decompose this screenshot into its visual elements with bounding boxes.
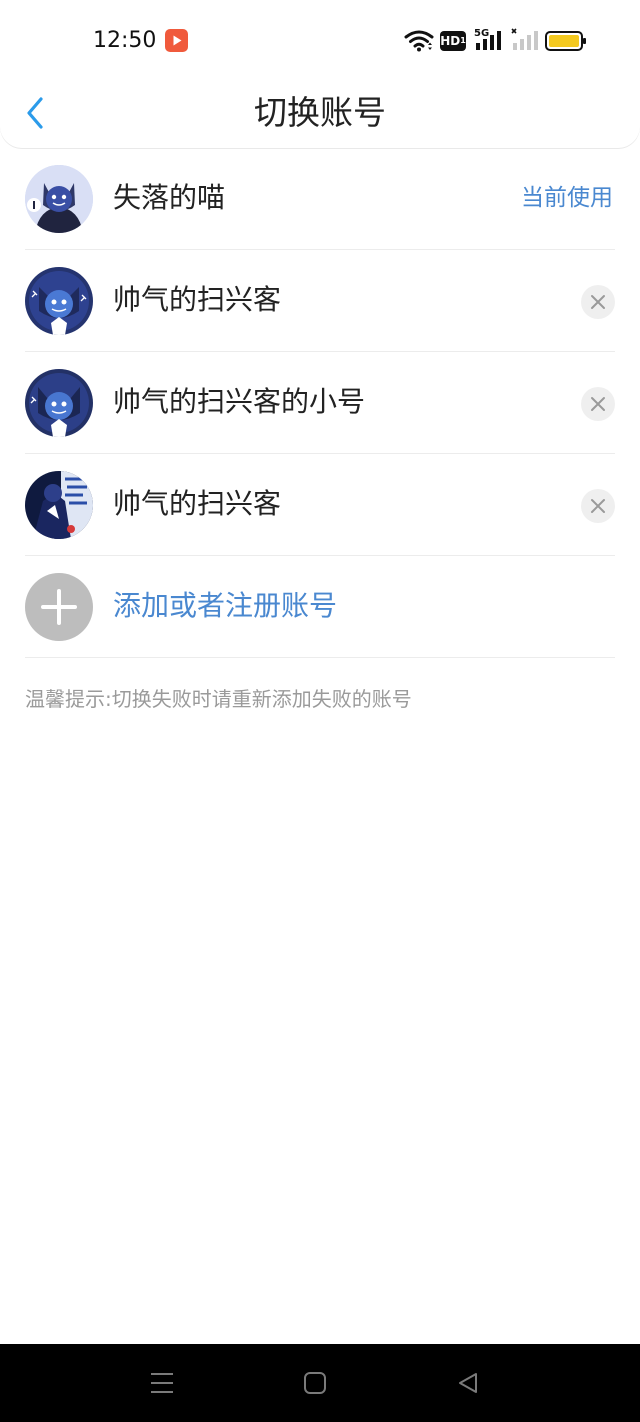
remove-account-button[interactable] bbox=[581, 285, 615, 319]
signal-5g: 5G bbox=[474, 28, 506, 54]
remove-account-button[interactable] bbox=[581, 387, 615, 421]
signal-bars-icon bbox=[476, 31, 501, 50]
plus-icon bbox=[41, 589, 77, 625]
account-name: 帅气的扫兴客 bbox=[113, 283, 282, 316]
page-title: 切换账号 bbox=[254, 93, 386, 132]
add-account-row[interactable]: 添加或者注册账号 bbox=[25, 556, 615, 658]
avatar-image bbox=[25, 165, 93, 233]
avatar bbox=[25, 471, 93, 539]
hd-label: HD bbox=[440, 34, 461, 48]
account-name: 帅气的扫兴客 bbox=[113, 487, 282, 520]
avatar-image bbox=[25, 369, 93, 437]
system-back-button[interactable] bbox=[453, 1368, 483, 1398]
tip-text: 温馨提示:切换失败时请重新添加失败的账号 bbox=[25, 687, 412, 711]
status-bar: 12:50 HD 1 5G bbox=[0, 0, 640, 80]
close-icon bbox=[591, 295, 605, 309]
close-icon bbox=[591, 499, 605, 513]
signal-no-sim-icon bbox=[511, 28, 538, 50]
avatar bbox=[25, 267, 93, 335]
battery-icon bbox=[545, 31, 586, 51]
status-time: 12:50 bbox=[93, 28, 157, 53]
home-square-icon bbox=[304, 1372, 326, 1394]
system-nav-bar bbox=[0, 1344, 640, 1422]
avatar bbox=[25, 165, 93, 233]
back-triangle-icon bbox=[459, 1373, 477, 1393]
menu-icon bbox=[151, 1373, 173, 1393]
hd-badge: HD 1 bbox=[440, 31, 466, 51]
account-row[interactable]: 帅气的扫兴客 bbox=[25, 454, 615, 556]
top-area: 12:50 HD 1 5G 切换账号 bbox=[0, 0, 640, 148]
add-account-label: 添加或者注册账号 bbox=[113, 589, 338, 622]
account-row[interactable]: 帅气的扫兴客的小号 bbox=[25, 352, 615, 454]
wifi-icon bbox=[404, 30, 434, 52]
hd-sub-label: 1 bbox=[460, 36, 466, 45]
current-badge: 当前使用 bbox=[521, 185, 613, 211]
account-row[interactable]: 失落的喵 当前使用 bbox=[25, 148, 615, 250]
home-button[interactable] bbox=[300, 1368, 330, 1398]
account-name: 失落的喵 bbox=[113, 181, 226, 214]
nav-bar: 切换账号 bbox=[0, 80, 640, 148]
add-account-button[interactable] bbox=[25, 573, 93, 641]
menu-button[interactable] bbox=[147, 1368, 177, 1398]
remove-account-button[interactable] bbox=[581, 489, 615, 523]
account-name: 帅气的扫兴客的小号 bbox=[113, 385, 366, 418]
avatar bbox=[25, 369, 93, 437]
avatar-image bbox=[25, 267, 93, 335]
close-icon bbox=[591, 397, 605, 411]
account-row[interactable]: 帅气的扫兴客 bbox=[25, 250, 615, 352]
avatar-image bbox=[25, 471, 93, 539]
video-app-icon bbox=[165, 29, 188, 52]
